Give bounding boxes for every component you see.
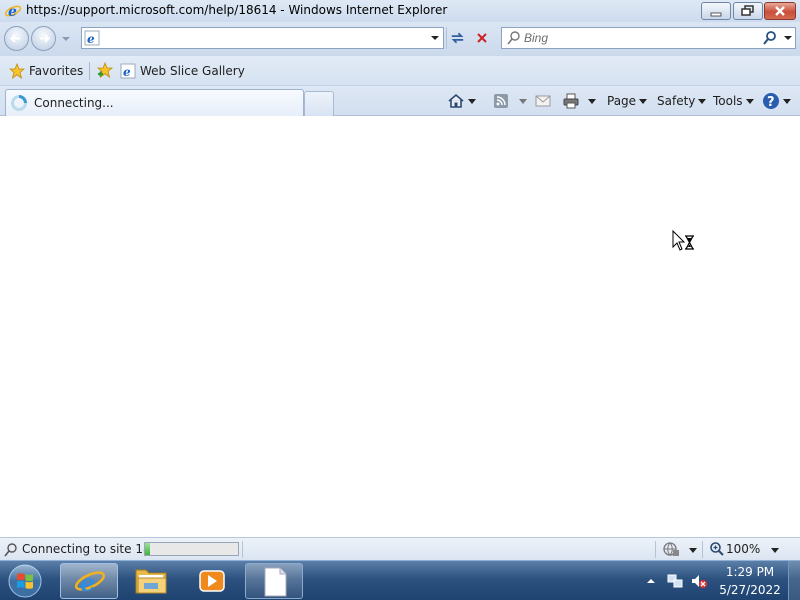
start-button[interactable] xyxy=(5,563,45,599)
clock-date[interactable]: 5/27/2022 xyxy=(712,583,788,597)
print-dropdown-icon[interactable] xyxy=(588,98,596,104)
status-search-icon xyxy=(4,543,17,557)
zoom-dropdown-icon[interactable] xyxy=(771,548,779,553)
recent-pages-dropdown[interactable] xyxy=(60,33,72,45)
tools-dropdown-icon xyxy=(745,98,754,104)
stop-icon[interactable] xyxy=(471,27,493,49)
help-icon: ? xyxy=(763,93,779,110)
minimize-icon xyxy=(710,12,722,17)
svg-text:e: e xyxy=(80,568,95,597)
svg-text:e: e xyxy=(123,65,131,79)
page-menu-label: Page xyxy=(607,94,637,108)
status-separator xyxy=(702,541,703,558)
status-text: Connecting to site 184 xyxy=(22,542,159,556)
svg-text:e: e xyxy=(87,32,95,46)
taskbar-windows-explorer[interactable] xyxy=(122,563,180,599)
blank-document-icon xyxy=(264,567,287,597)
search-bar[interactable] xyxy=(501,27,796,49)
mail-icon xyxy=(535,95,551,107)
title-bar: e https://support.microsoft.com/help/186… xyxy=(0,0,800,22)
feeds-dropdown-icon[interactable] xyxy=(519,98,527,104)
search-provider-icon xyxy=(507,31,520,45)
address-bar[interactable]: e xyxy=(81,27,444,49)
add-to-favorites-bar-icon[interactable] xyxy=(95,62,115,80)
address-dropdown-icon[interactable] xyxy=(429,32,441,44)
ie-icon: e xyxy=(4,4,22,20)
restore-icon xyxy=(741,5,754,16)
web-slice-gallery-link[interactable]: e Web Slice Gallery xyxy=(120,60,245,82)
protected-mode-icon[interactable] xyxy=(662,541,680,558)
ie-page-icon: e xyxy=(120,63,136,79)
loading-spinner-icon xyxy=(11,95,27,111)
favorites-label: Favorites xyxy=(29,64,84,78)
page-icon: e xyxy=(84,30,100,46)
forward-button[interactable] xyxy=(31,26,56,51)
tab-row: Connecting... Page Safety Tools ? xyxy=(0,86,800,116)
home-button[interactable] xyxy=(447,90,476,112)
svg-text:?: ? xyxy=(767,95,775,110)
rss-feed-icon xyxy=(494,94,508,108)
back-arrow-icon xyxy=(10,34,20,43)
active-tab[interactable]: Connecting... xyxy=(5,89,304,116)
window-title: https://support.microsoft.com/help/18614… xyxy=(26,3,448,17)
search-icon[interactable] xyxy=(762,30,778,46)
home-icon xyxy=(448,93,464,108)
zoom-icon[interactable] xyxy=(709,541,725,557)
printer-icon xyxy=(563,93,579,109)
tools-menu[interactable]: Tools xyxy=(713,90,754,112)
status-bar: Connecting to site 184 100% xyxy=(0,537,800,560)
status-separator xyxy=(242,541,243,558)
clock-time[interactable]: 1:29 PM xyxy=(712,565,788,579)
taskbar-internet-explorer[interactable]: e xyxy=(60,563,118,599)
favorites-star-icon xyxy=(9,63,25,79)
page-content[interactable] xyxy=(0,117,800,537)
folder-icon xyxy=(135,569,167,594)
svg-text:e: e xyxy=(8,4,17,20)
help-button[interactable]: ? xyxy=(762,90,791,112)
status-separator xyxy=(655,541,656,558)
protected-mode-dropdown-icon[interactable] xyxy=(689,548,697,553)
refresh-icon[interactable] xyxy=(446,27,468,49)
internet-explorer-icon: e xyxy=(74,568,106,597)
restore-button[interactable] xyxy=(733,2,763,20)
show-hidden-icons-icon[interactable] xyxy=(645,575,657,587)
favorites-bar: Favorites e Web Slice Gallery xyxy=(0,56,800,86)
feeds-button[interactable] xyxy=(493,90,527,112)
taskbar-windows-media-player[interactable] xyxy=(183,563,241,599)
safety-menu[interactable]: Safety xyxy=(657,90,707,112)
new-tab-button[interactable] xyxy=(304,91,334,116)
address-input[interactable] xyxy=(102,29,422,47)
favorites-button[interactable]: Favorites xyxy=(6,60,86,82)
help-dropdown-icon[interactable] xyxy=(783,98,791,104)
close-button[interactable] xyxy=(764,2,796,20)
print-button[interactable] xyxy=(562,90,596,112)
web-slice-gallery-label: Web Slice Gallery xyxy=(140,64,245,78)
network-icon[interactable] xyxy=(666,572,684,590)
search-input[interactable] xyxy=(524,29,754,47)
taskbar: e 1:29 PM 5/27/2022 xyxy=(0,560,800,600)
progress-fill xyxy=(145,543,150,555)
taskbar-notepad[interactable] xyxy=(245,563,303,599)
close-icon xyxy=(775,6,785,16)
volume-muted-icon[interactable] xyxy=(690,572,708,590)
navigation-bar: e xyxy=(0,22,800,56)
page-menu[interactable]: Page xyxy=(607,90,648,112)
search-options-dropdown-icon[interactable] xyxy=(782,32,794,44)
favorites-separator xyxy=(89,62,90,80)
read-mail-button[interactable] xyxy=(535,90,551,112)
tab-title: Connecting... xyxy=(34,96,114,110)
tools-menu-label: Tools xyxy=(713,94,743,108)
minimize-button[interactable] xyxy=(701,2,731,20)
media-player-icon xyxy=(199,570,225,592)
busy-cursor-icon xyxy=(672,230,694,251)
loading-progress-bar xyxy=(144,542,239,556)
safety-menu-label: Safety xyxy=(657,94,696,108)
back-button[interactable] xyxy=(4,26,29,51)
home-dropdown-icon[interactable] xyxy=(468,98,476,104)
page-dropdown-icon xyxy=(639,98,648,104)
forward-arrow-icon xyxy=(40,34,50,43)
show-desktop-button[interactable] xyxy=(788,561,800,600)
zoom-level[interactable]: 100% xyxy=(726,542,760,556)
safety-dropdown-icon xyxy=(698,98,707,104)
